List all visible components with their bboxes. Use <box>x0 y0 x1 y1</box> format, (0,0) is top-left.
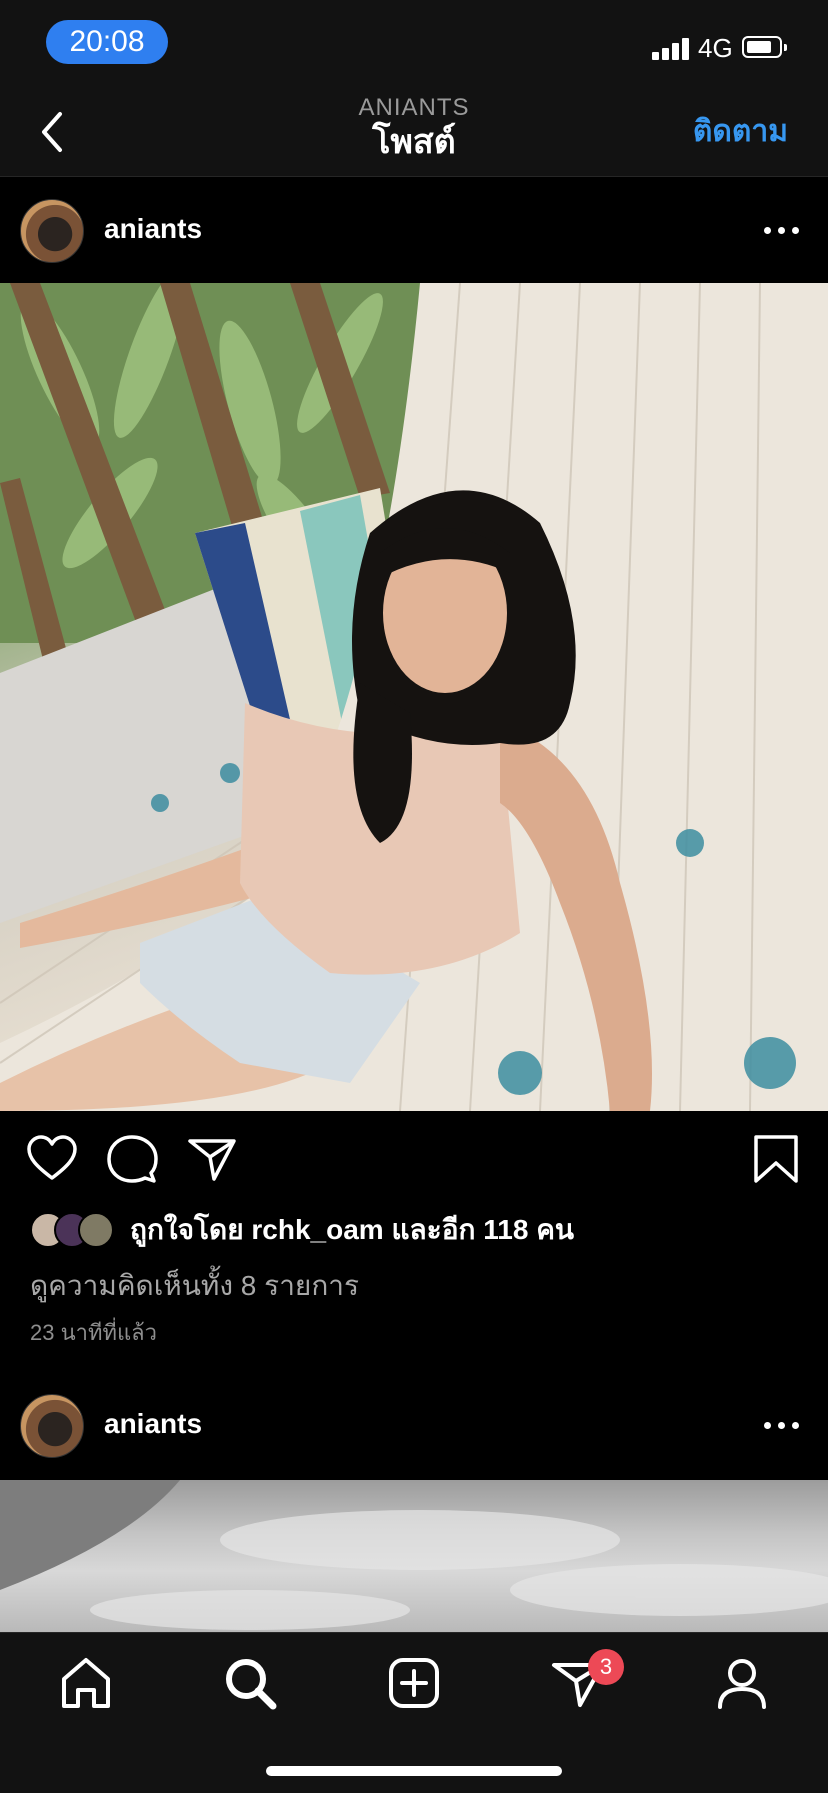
post-photo[interactable] <box>0 283 828 1111</box>
heart-icon <box>27 1135 77 1180</box>
post-username[interactable]: aniants <box>104 1406 202 1442</box>
search-icon <box>226 1659 277 1710</box>
tab-profile[interactable] <box>714 1655 770 1711</box>
avatar[interactable] <box>20 199 84 263</box>
more-options-icon[interactable] <box>762 215 802 245</box>
comment-icon <box>107 1135 158 1183</box>
notification-badge: 3 <box>588 1649 624 1685</box>
post-actions <box>0 1111 828 1211</box>
home-indicator <box>266 1766 562 1776</box>
more-options-icon[interactable] <box>762 1410 802 1440</box>
signal-icon <box>652 36 692 60</box>
status-bar: 20:08 4G <box>0 0 828 88</box>
post-username[interactable]: aniants <box>104 211 202 247</box>
new-post-icon <box>389 1658 439 1708</box>
profile-icon <box>718 1659 766 1709</box>
tab-home[interactable] <box>58 1655 114 1711</box>
likes-text[interactable]: ถูกใจโดย rchk_oam และอีก 118 คน <box>130 1212 574 1248</box>
comment-button[interactable] <box>106 1133 158 1185</box>
network-type: 4G <box>698 33 733 63</box>
likes-summary[interactable]: ถูกใจโดย rchk_oam และอีก 118 คน <box>30 1210 810 1250</box>
back-button[interactable] <box>28 106 80 158</box>
photo-illustration <box>0 283 828 1111</box>
bookmark-icon <box>754 1135 798 1183</box>
nav-subtitle: ANIANTS <box>358 94 470 121</box>
save-button[interactable] <box>750 1133 802 1185</box>
post-header: aniants <box>0 1372 828 1478</box>
photo-illustration <box>0 1480 828 1630</box>
post-header: aniants <box>0 177 828 283</box>
battery-icon <box>742 36 787 58</box>
chevron-left-icon <box>42 112 62 152</box>
like-button[interactable] <box>26 1133 78 1185</box>
status-time: 20:08 <box>46 20 168 64</box>
home-icon <box>62 1658 110 1708</box>
share-button[interactable] <box>186 1133 238 1185</box>
nav-bar: ANIANTS โพสต์ ติดตาม <box>0 88 828 177</box>
tab-search[interactable] <box>222 1655 278 1711</box>
post-timestamp: 23 นาทีที่แล้ว <box>30 1320 157 1345</box>
avatar <box>78 1212 114 1248</box>
nav-title-block: ANIANTS โพสต์ <box>200 94 628 162</box>
avatar[interactable] <box>20 1394 84 1458</box>
follow-button[interactable]: ติดตาม <box>693 112 788 152</box>
post-photo[interactable] <box>0 1480 828 1632</box>
page-title: โพสต์ <box>372 123 456 161</box>
view-comments-link[interactable]: ดูความคิดเห็นทั้ง 8 รายการ <box>30 1268 359 1304</box>
tab-new-post[interactable] <box>386 1655 442 1711</box>
send-icon <box>188 1139 236 1181</box>
